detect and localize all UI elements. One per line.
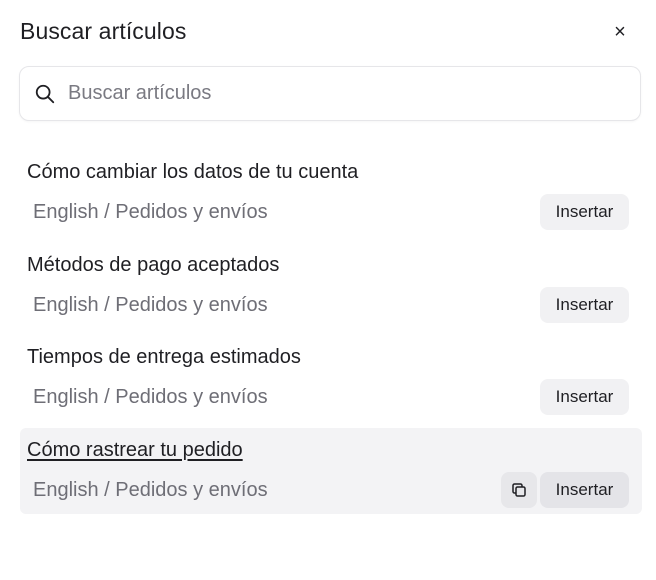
close-button[interactable]: ×: [604, 16, 636, 48]
article-title-link[interactable]: Cómo rastrear tu pedido: [27, 439, 243, 462]
copy-icon: [512, 482, 526, 497]
article-path: English / Pedidos y envíos: [33, 478, 268, 501]
insert-button[interactable]: Insertar: [540, 286, 629, 323]
article-title-link[interactable]: Cómo cambiar los datos de tu cuenta: [27, 161, 358, 184]
results-list: Cómo cambiar los datos de tu cuenta Engl…: [20, 150, 642, 520]
insert-button[interactable]: Insertar: [540, 471, 629, 508]
article-path: English / Pedidos y envíos: [33, 293, 268, 316]
search-box: [19, 66, 641, 121]
close-icon: ×: [614, 20, 626, 43]
insert-button[interactable]: Insertar: [540, 379, 629, 415]
list-item: Métodos de pago aceptados English / Pedi…: [20, 243, 642, 329]
article-title-link[interactable]: Tiempos de entrega estimados: [27, 346, 301, 369]
insert-button[interactable]: Insertar: [540, 194, 629, 230]
list-item: Cómo cambiar los datos de tu cuenta Engl…: [20, 150, 642, 236]
article-path: English / Pedidos y envíos: [33, 386, 268, 408]
panel-header: Buscar artículos ×: [20, 16, 636, 48]
list-item: Tiempos de entrega estimados English / P…: [20, 335, 642, 421]
search-articles-panel: Buscar artículos × Cómo cambiar los dato…: [0, 0, 656, 580]
panel-title: Buscar artículos: [20, 18, 187, 44]
list-item-hovered: Cómo rastrear tu pedido English / Pedido…: [20, 427, 642, 514]
search-input[interactable]: [68, 67, 628, 120]
article-title-link[interactable]: Métodos de pago aceptados: [27, 254, 279, 277]
search-icon: [35, 84, 55, 104]
article-path: English / Pedidos y envíos: [33, 201, 268, 223]
copy-link-button[interactable]: [501, 471, 537, 508]
